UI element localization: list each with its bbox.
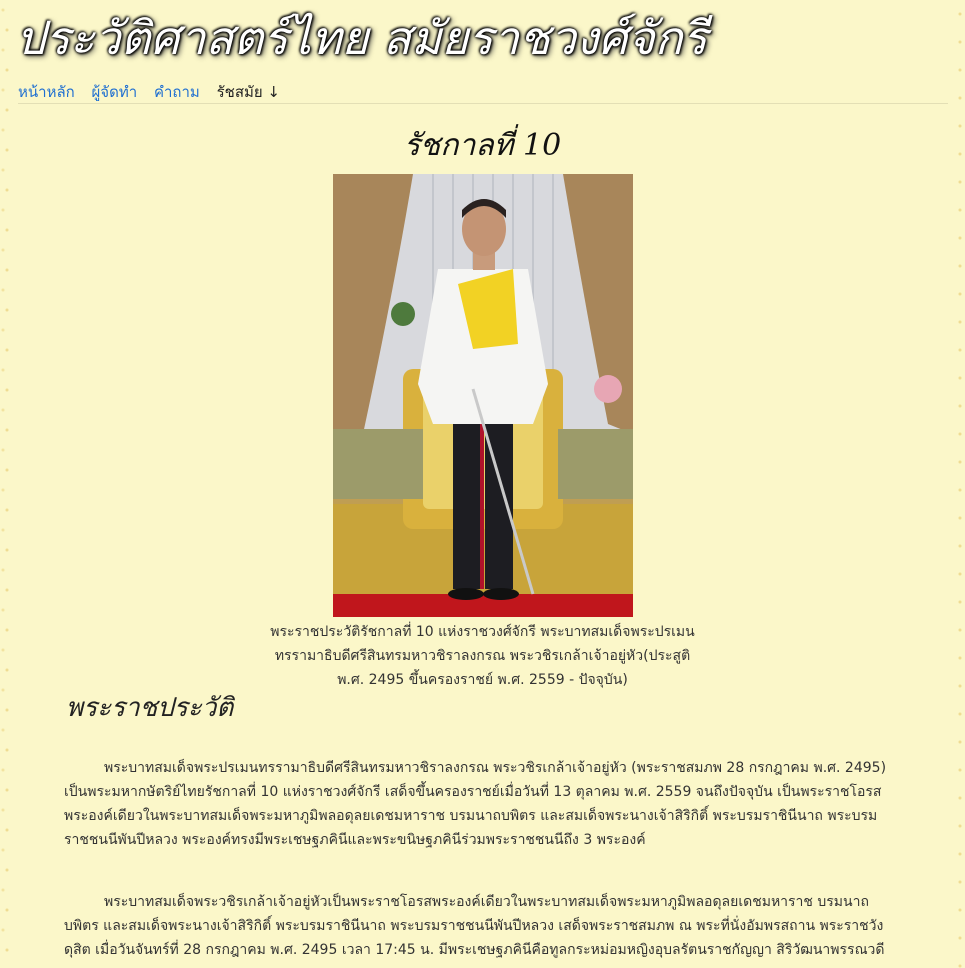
paragraph: พระบาทสมเด็จพระปรเมนทรรามาธิบดีศรีสินทรม… [64,760,887,848]
section-title: พระราชประวัติ [66,693,234,723]
portrait-illustration [333,174,633,617]
top-navigation: หน้าหลัก ผู้จัดทำ คำถาม รัชสมัย ↓ [18,80,948,104]
nav-questions-link[interactable]: คำถาม [154,80,200,104]
image-caption: พระราชประวัติรัชกาลที่ 10 แห่งราชวงศ์จัก… [270,624,695,688]
nav-home-link[interactable]: หน้าหลัก [18,80,75,104]
site-title: ประวัติศาสตร์ไทย สมัยราชวงศ์จักรี [16,11,708,65]
paragraph: พระบาทสมเด็จพระวชิรเกล้าเจ้าอยู่หัวเป็นพ… [64,894,885,958]
portrait-photo [333,174,633,617]
nav-authors-link[interactable]: ผู้จัดทำ [92,80,138,104]
page-heading: รัชกาลที่ 10 [403,128,562,163]
nav-reigns-dropdown[interactable]: รัชสมัย ↓ [217,80,280,104]
